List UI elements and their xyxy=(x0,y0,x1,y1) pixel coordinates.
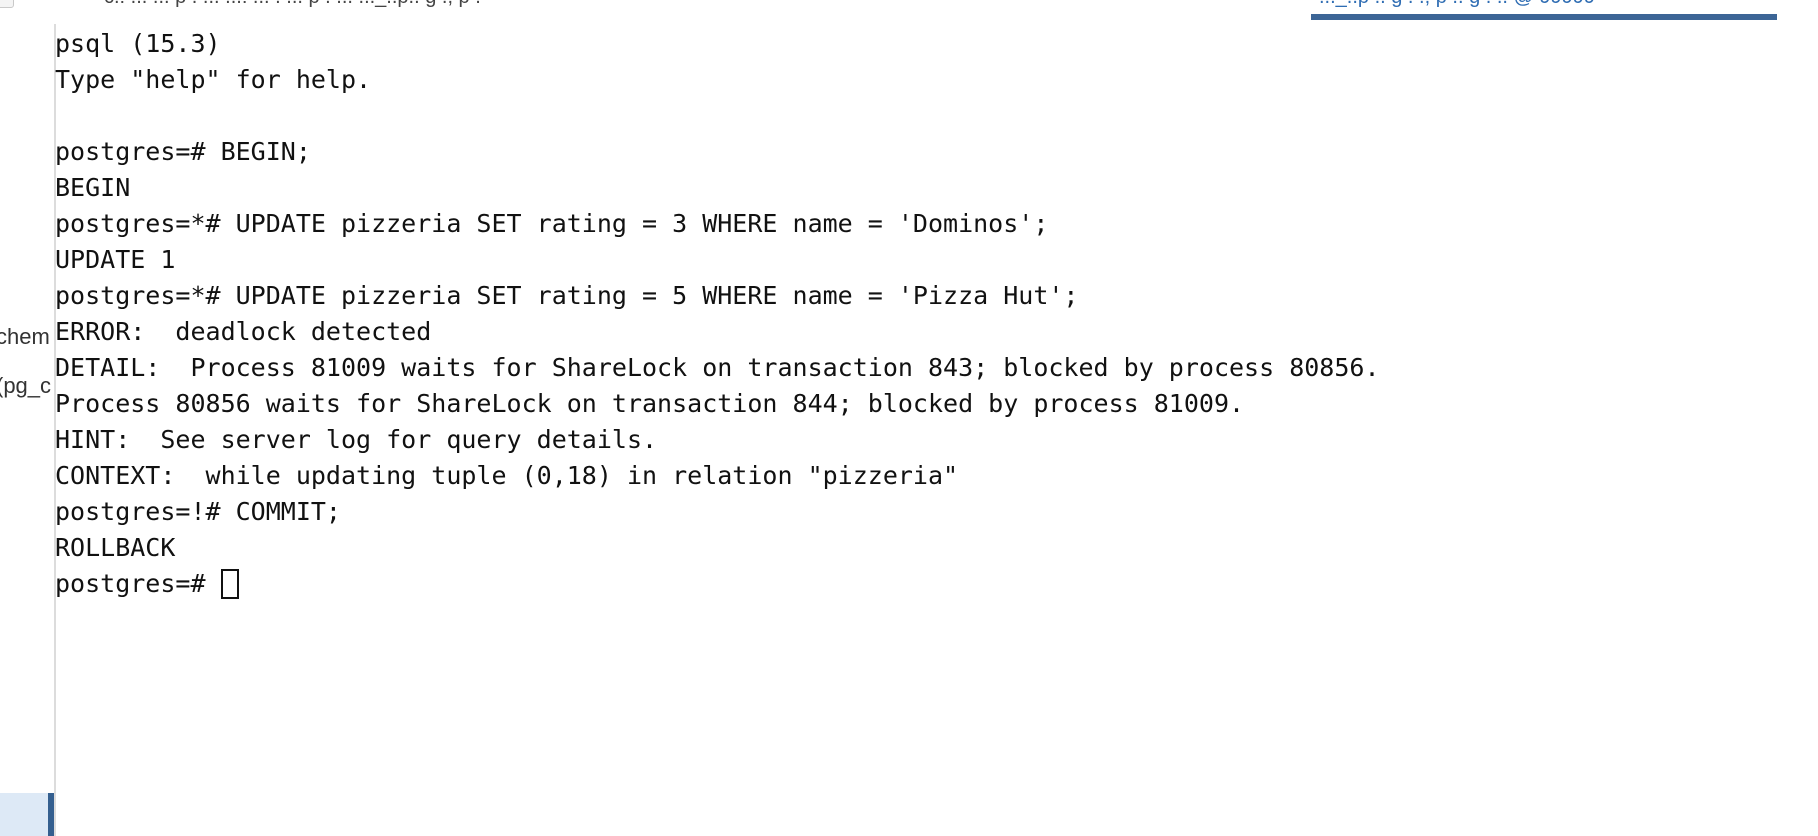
terminal-line: postgres=*# UPDATE pizzeria SET rating =… xyxy=(55,281,1079,310)
terminal-cursor[interactable] xyxy=(220,569,239,599)
terminal-prompt: postgres=# xyxy=(55,569,221,598)
object-browser-sidebar: chem (pg_c xyxy=(0,24,56,836)
tab-active-psql[interactable]: ..._..p .. g . ., p .. g . .. @ 99999 xyxy=(1311,0,1777,20)
sidebar-item-pg-catalog[interactable]: (pg_c xyxy=(0,373,51,399)
terminal-line: DETAIL: Process 81009 waits for ShareLoc… xyxy=(55,353,1380,382)
terminal-line: BEGIN xyxy=(55,173,131,202)
terminal-prompt-line[interactable]: postgres=# xyxy=(55,566,1795,602)
tab-bar: c.: ... ... p . ... ...: ... . ... p . .… xyxy=(0,0,1818,24)
terminal-line: ERROR: deadlock detected xyxy=(55,317,432,346)
terminal-line: HINT: See server log for query details. xyxy=(55,425,658,454)
psql-terminal[interactable]: psql (15.3) Type "help" for help. postgr… xyxy=(55,26,1795,826)
terminal-line: UPDATE 1 xyxy=(55,245,176,274)
sidebar-selected-item[interactable] xyxy=(0,793,54,836)
terminal-line: ROLLBACK xyxy=(55,533,176,562)
terminal-line: Process 80856 waits for ShareLock on tra… xyxy=(55,389,1245,418)
sidebar-item-schemas[interactable]: chem xyxy=(0,324,50,350)
terminal-line: CONTEXT: while updating tuple (0,18) in … xyxy=(55,461,959,490)
terminal-line: Type "help" for help. xyxy=(55,65,372,94)
panel-toggle-icon[interactable] xyxy=(0,0,14,8)
terminal-line: postgres=# BEGIN; xyxy=(55,137,311,166)
tab-label[interactable]: c.: ... ... p . ... ...: ... . ... p . .… xyxy=(104,0,481,9)
terminal-line: postgres=*# UPDATE pizzeria SET rating =… xyxy=(55,209,1049,238)
active-tab-indicator xyxy=(1311,14,1777,20)
terminal-line: psql (15.3) xyxy=(55,29,221,58)
tab-active-label: ..._..p .. g . ., p .. g . .. @ 99999 xyxy=(1319,0,1595,9)
terminal-line: postgres=!# COMMIT; xyxy=(55,497,341,526)
